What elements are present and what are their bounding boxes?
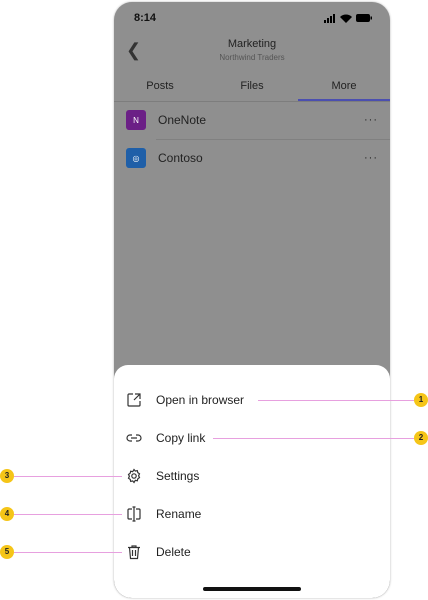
open-external-icon — [127, 393, 141, 407]
tab-posts[interactable]: Posts — [114, 74, 206, 101]
more-options-icon[interactable]: ··· — [364, 114, 378, 126]
menu-item-delete[interactable]: Delete — [126, 537, 191, 567]
menu-item-open-in-browser[interactable]: Open in browser — [126, 385, 244, 415]
callout-line-2 — [213, 438, 414, 439]
callout-badge-2: 2 — [414, 431, 428, 445]
wifi-icon — [340, 14, 352, 23]
menu-label: Rename — [156, 507, 202, 521]
menu-label: Settings — [156, 469, 200, 483]
phone-screen: 8:14 ❮ Marketing Northwind Traders Posts… — [114, 2, 390, 598]
list-item-contoso[interactable]: ◎ Contoso ··· — [126, 139, 378, 177]
callout-badge-4: 4 — [0, 507, 14, 521]
tab-more[interactable]: More — [298, 74, 390, 101]
list-item-onenote[interactable]: N OneNote ··· — [126, 101, 378, 139]
menu-label: Delete — [156, 545, 191, 559]
onenote-icon: N — [126, 110, 146, 130]
team-subtitle: Northwind Traders — [219, 53, 285, 62]
menu-label: Open in browser — [156, 393, 245, 407]
callout-badge-1: 1 — [414, 393, 428, 407]
home-indicator — [203, 587, 301, 591]
gear-icon — [127, 468, 141, 484]
more-options-icon[interactable]: ··· — [364, 152, 378, 164]
menu-item-settings[interactable]: Settings — [126, 461, 199, 491]
callout-badge-5: 5 — [0, 545, 14, 559]
channel-title: Marketing — [227, 38, 277, 50]
contoso-icon: ◎ — [126, 148, 146, 168]
battery-icon — [356, 14, 372, 22]
link-icon — [126, 434, 142, 442]
menu-item-rename[interactable]: Rename — [126, 499, 201, 529]
status-bar: 8:14 — [134, 12, 372, 24]
callout-line-5 — [14, 552, 122, 553]
menu-label: Copy link — [156, 431, 206, 445]
status-time: 8:14 — [134, 12, 157, 24]
signal-icon — [324, 13, 335, 23]
tab-files[interactable]: Files — [206, 74, 298, 101]
rename-icon — [127, 506, 141, 522]
callout-line-1 — [258, 400, 414, 401]
callout-line-4 — [14, 514, 122, 515]
app-name: Contoso — [158, 151, 203, 165]
menu-item-copy-link[interactable]: Copy link — [126, 423, 205, 453]
header: Marketing Northwind Traders — [114, 38, 390, 62]
callout-badge-3: 3 — [0, 469, 14, 483]
trash-icon — [128, 545, 140, 560]
tab-bar: Posts Files More — [114, 74, 390, 102]
app-name: OneNote — [158, 113, 207, 127]
callout-line-3 — [14, 476, 122, 477]
